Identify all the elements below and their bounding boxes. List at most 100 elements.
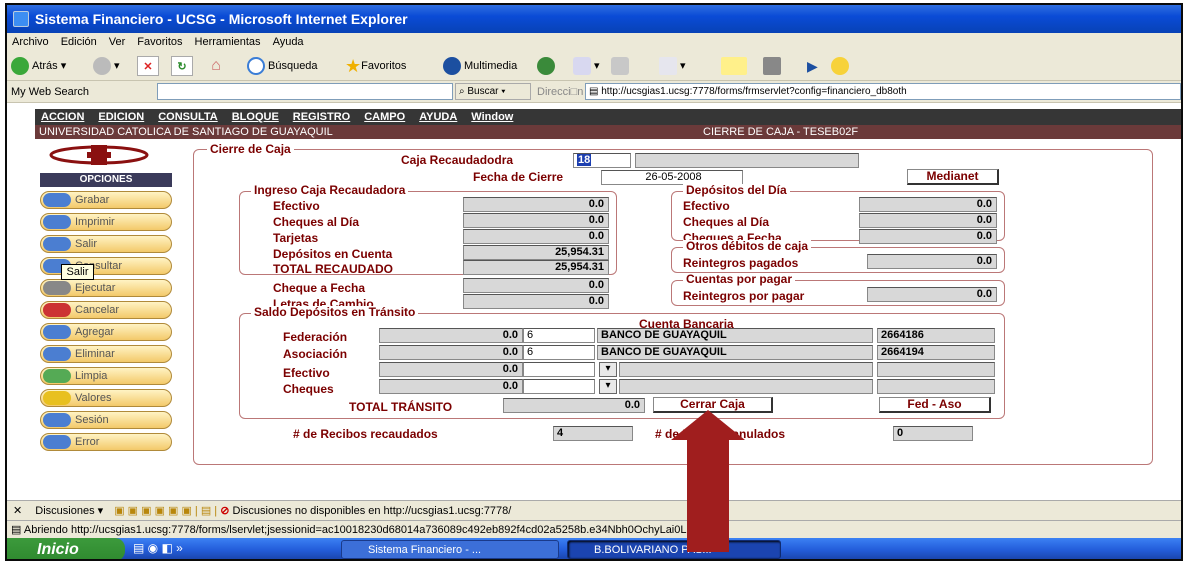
app-header: UNIVERSIDAD CATOLICA DE SANTIAGO DE GUAY…: [35, 125, 1181, 139]
buscar-button[interactable]: ⌕ Buscar ▾: [455, 83, 531, 100]
menu-ayuda[interactable]: Ayuda: [273, 36, 304, 48]
appmenu-window[interactable]: Window: [471, 111, 513, 123]
transito-cheques-code[interactable]: [523, 379, 595, 394]
taskbar-item-sistema[interactable]: Sistema Financiero - ...: [341, 540, 559, 559]
mail-icon[interactable]: ▾: [573, 56, 600, 76]
sidebar: OPCIONES Grabar Imprimir Salir Consultar…: [35, 139, 185, 497]
search-button[interactable]: Búsqueda: [247, 56, 318, 76]
menu-ver[interactable]: Ver: [109, 36, 126, 48]
status-bar: ▤ Abriendo http://ucsgias1.ucsg:7778/for…: [7, 520, 1181, 538]
ingreso-efectivo[interactable]: 0.0: [463, 197, 609, 212]
favorites-button[interactable]: ★Favoritos: [345, 56, 406, 76]
valores-button[interactable]: Valores: [40, 389, 172, 407]
play-icon[interactable]: ▶: [807, 56, 818, 76]
appmenu-consulta[interactable]: CONSULTA: [158, 111, 217, 123]
ejecutar-button[interactable]: Ejecutar: [40, 279, 172, 297]
federacion-amount[interactable]: 0.0: [379, 328, 523, 343]
caja-input[interactable]: 18: [573, 153, 631, 168]
multimedia-button[interactable]: Multimedia: [443, 56, 517, 76]
ingreso-tarjetas[interactable]: 0.0: [463, 229, 609, 244]
taskbar-item-bolivariano[interactable]: B.BOLIVARIANO PAS...: [567, 540, 781, 559]
appmenu-registro[interactable]: REGISTRO: [293, 111, 350, 123]
ie-icon: [13, 11, 29, 27]
history-icon[interactable]: [537, 56, 558, 76]
word-icon[interactable]: ▾: [659, 56, 686, 76]
error-button[interactable]: Error: [40, 433, 172, 451]
university-name: UNIVERSIDAD CATOLICA DE SANTIAGO DE GUAY…: [39, 126, 333, 138]
refresh-icon[interactable]: ↻: [171, 56, 193, 76]
menu-favoritos[interactable]: Favoritos: [137, 36, 182, 48]
asociacion-bank: BANCO DE GUAYAQUIL: [597, 345, 873, 360]
transito-cheques-label: Cheques: [283, 382, 334, 396]
consultar-button[interactable]: Consultar: [40, 257, 172, 275]
no-entry-icon: ⊘: [220, 505, 230, 517]
appmenu-accion[interactable]: ACCION: [41, 111, 84, 123]
transito-cheques[interactable]: 0.0: [379, 379, 523, 394]
menu-archivo[interactable]: Archivo: [12, 36, 49, 48]
app-menubar: ACCION EDICION CONSULTA BLOQUE REGISTRO CAMPO…: [35, 109, 1181, 125]
quicklaunch-icons[interactable]: ▤ ◉ ◧ »: [133, 541, 183, 555]
limpia-button[interactable]: Limpia: [40, 367, 172, 385]
efectivo-dropdown-icon[interactable]: ▾: [599, 362, 617, 377]
home-icon[interactable]: ⌂: [205, 56, 227, 76]
cxp-reint[interactable]: 0.0: [867, 287, 997, 302]
grabar-button[interactable]: Grabar: [40, 191, 172, 209]
menu-edicion[interactable]: Edición: [61, 36, 97, 48]
ingreso-cheques[interactable]: 0.0: [463, 213, 609, 228]
execute-icon: [43, 281, 71, 295]
federacion-account: 2664186: [877, 328, 995, 343]
depdia-cheques[interactable]: 0.0: [859, 213, 997, 228]
transito-efectivo-account: [877, 362, 995, 377]
transito-total: 0.0: [503, 398, 645, 413]
address-label: Direcci□n: [537, 86, 584, 98]
ingreso-depositos[interactable]: 25,954.31: [463, 245, 609, 260]
print-icon: [43, 215, 71, 229]
agregar-button[interactable]: Agregar: [40, 323, 172, 341]
asociacion-code[interactable]: 6: [523, 345, 595, 360]
cheque-fecha[interactable]: 0.0: [463, 278, 609, 293]
ingreso-efectivo-label: Efectivo: [273, 199, 320, 213]
transito-efectivo[interactable]: 0.0: [379, 362, 523, 377]
back-button[interactable]: Atrás ▾: [11, 56, 66, 76]
messenger-icon[interactable]: [763, 56, 784, 76]
print-icon[interactable]: [611, 56, 632, 76]
discussions-button[interactable]: Discusiones: [35, 505, 94, 517]
close-icon[interactable]: ✕: [13, 505, 22, 517]
ie-menubar: Archivo Edición Ver Favoritos Herramientas Ay…: [7, 33, 1181, 51]
letras[interactable]: 0.0: [463, 294, 609, 309]
cancelar-button[interactable]: Cancelar: [40, 301, 172, 319]
transito-efectivo-code[interactable]: [523, 362, 595, 377]
forward-button[interactable]: ▾: [93, 56, 120, 76]
start-button[interactable]: Inicio: [7, 538, 125, 559]
smiley-icon[interactable]: [831, 56, 852, 76]
salir-tooltip: Salir: [61, 264, 94, 280]
red-arrow-head-icon: [671, 410, 745, 440]
discussion-tools-icons[interactable]: ▣ ▣ ▣ ▣ ▣ ▣ | ▤ |: [114, 505, 217, 517]
exit-icon: [43, 237, 71, 251]
sesion-button[interactable]: Sesión: [40, 411, 172, 429]
appmenu-bloque[interactable]: BLOQUE: [232, 111, 279, 123]
ingreso-total: 25,954.31: [463, 260, 609, 275]
asociacion-amount[interactable]: 0.0: [379, 345, 523, 360]
appmenu-campo[interactable]: CAMPO: [364, 111, 405, 123]
clear-icon: [43, 369, 71, 383]
federacion-label: Federación: [283, 330, 348, 344]
medianet-button[interactable]: Medianet: [907, 169, 999, 185]
appmenu-edicion[interactable]: EDICION: [98, 111, 144, 123]
address-input[interactable]: ▤ http://ucsgias1.ucsg:7778/forms/frmser…: [585, 83, 1181, 100]
otros-reint[interactable]: 0.0: [867, 254, 997, 269]
eliminar-button[interactable]: Eliminar: [40, 345, 172, 363]
notes-icon[interactable]: [721, 56, 750, 76]
stop-icon[interactable]: ✕: [137, 56, 159, 76]
salir-button[interactable]: Salir: [40, 235, 172, 253]
appmenu-ayuda[interactable]: AYUDA: [419, 111, 457, 123]
depdia-efectivo[interactable]: 0.0: [859, 197, 997, 212]
depdia-chfecha[interactable]: 0.0: [859, 229, 997, 244]
address-bar: My Web Search ⌕ Buscar ▾ Direcci□n ▤ htt…: [7, 81, 1181, 103]
cheques-dropdown-icon[interactable]: ▾: [599, 379, 617, 394]
federacion-code[interactable]: 6: [523, 328, 595, 343]
imprimir-button[interactable]: Imprimir: [40, 213, 172, 231]
menu-herramientas[interactable]: Herramientas: [195, 36, 261, 48]
websearch-input[interactable]: [157, 83, 453, 100]
fed-aso-button[interactable]: Fed - Aso: [879, 397, 991, 413]
